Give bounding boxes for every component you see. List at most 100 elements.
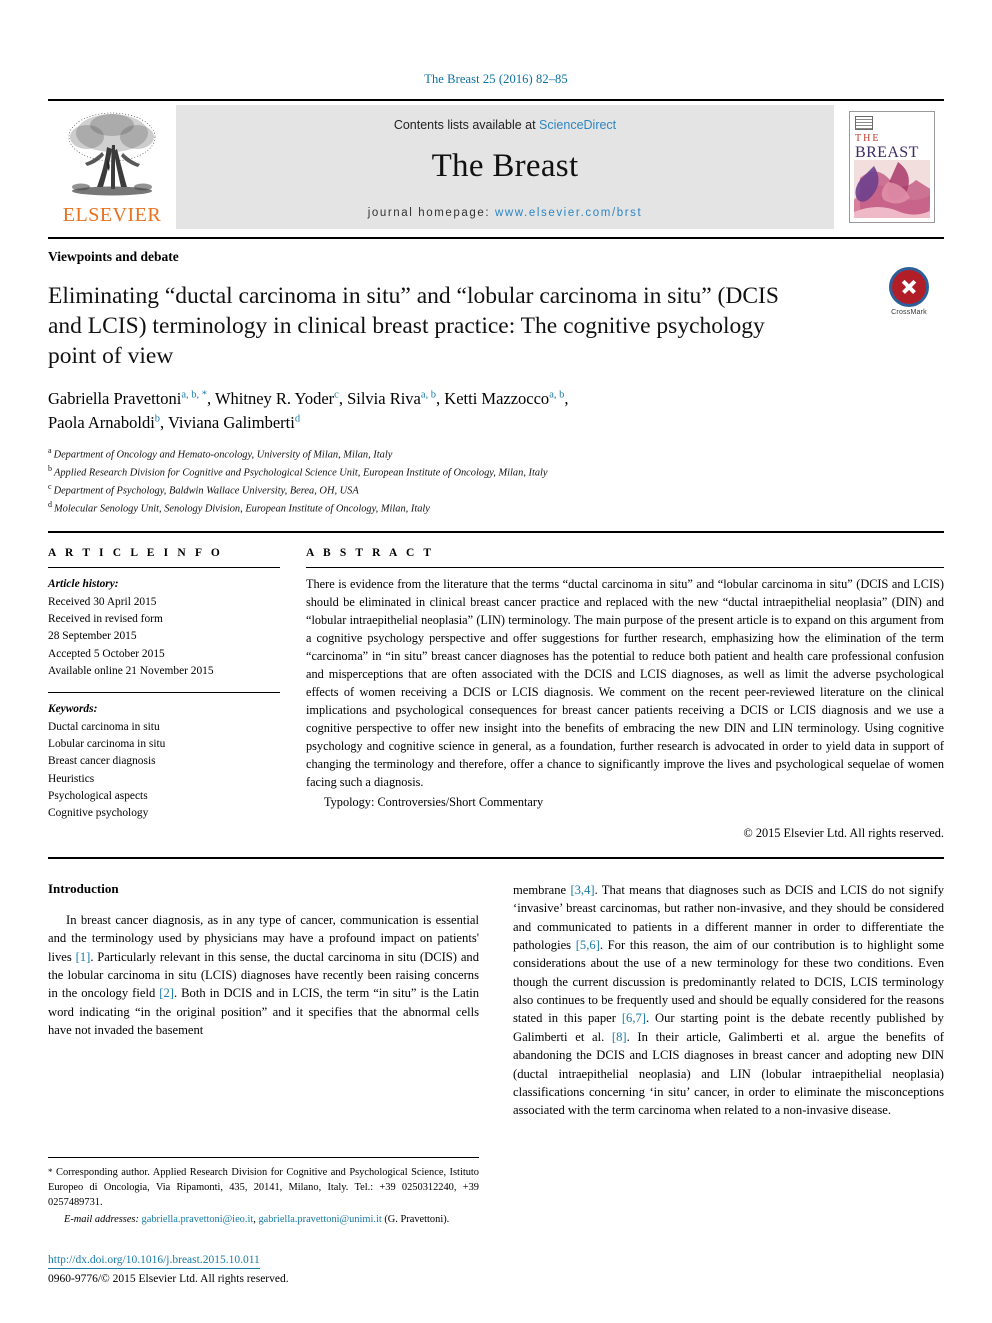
keyword-item: Lobular carcinoma in situ xyxy=(48,738,166,751)
email-owner: (G. Pravettoni). xyxy=(384,1213,450,1225)
email-link-ieo[interactable]: gabriella.pravettoni@ieo.it xyxy=(142,1214,254,1225)
author-name: , Ketti Mazzocco xyxy=(436,389,550,409)
contents-prefix: Contents lists available at xyxy=(393,117,540,132)
affiliation-item: c Department of Psychology, Baldwin Walla… xyxy=(48,481,944,499)
affiliation-mark: a xyxy=(48,446,52,456)
affiliation-text: Department of Oncology and Hemato-oncolo… xyxy=(53,449,393,461)
keyword-item: Heuristics xyxy=(48,772,95,785)
email-link-unimi[interactable]: gabriella.pravettoni@unimi.it xyxy=(258,1214,381,1225)
introduction-paragraph-left: In breast cancer diagnosis, as in any ty… xyxy=(48,911,479,1040)
author-affiliation-marks[interactable]: d xyxy=(295,414,300,425)
citation-link[interactable]: [8] xyxy=(612,1030,627,1044)
keywords-block: Keywords: Ductal carcinoma in situ Lobul… xyxy=(48,701,280,822)
journal-title: The Breast xyxy=(431,147,579,184)
article-history-block: Article history: Received 30 April 2015 … xyxy=(48,576,280,680)
introduction-paragraph-right: membrane [3,4]. That means that diagnose… xyxy=(513,881,944,1120)
citation-link[interactable]: [2] xyxy=(159,986,174,1000)
keywords-label: Keywords: xyxy=(48,703,98,716)
affiliation-mark: d xyxy=(48,500,52,510)
cover-box: THE BREAST xyxy=(849,111,935,223)
affiliation-text: Applied Research Division for Cognitive … xyxy=(54,467,548,479)
body-column-left: Introduction In breast cancer diagnosis,… xyxy=(48,881,479,1126)
body-text: membrane xyxy=(513,882,571,897)
article-info-heading: A R T I C L E I N F O xyxy=(48,547,223,560)
affiliation-item: b Applied Research Division for Cognitive… xyxy=(48,463,944,481)
keyword-item: Psychological aspects xyxy=(48,790,148,802)
homepage-link[interactable]: www.elsevier.com/brst xyxy=(495,207,642,219)
abstract-rights: © 2015 Elsevier Ltd. All rights reserved… xyxy=(743,825,944,840)
author-name: Paola Arnaboldi xyxy=(48,413,155,433)
journal-banner: Contents lists available at ScienceDirec… xyxy=(176,105,834,229)
journal-cover-thumbnail[interactable]: THE BREAST xyxy=(840,101,944,233)
author-list: Gabriella Pravettonia, b, *, Whitney R. … xyxy=(48,387,944,435)
elsevier-tree-icon xyxy=(68,112,156,196)
cover-artwork xyxy=(854,160,930,218)
affiliation-item: a Department of Oncology and Hemato-oncol… xyxy=(48,445,944,463)
article-title: Eliminating “ductal carcinoma in situ” a… xyxy=(48,283,779,370)
author-name: , Viviana Galimberti xyxy=(160,413,295,433)
article-section-kicker: Viewpoints and debate xyxy=(48,249,179,264)
running-head: The Breast 25 (2016) 82–85 xyxy=(424,72,568,86)
cover-art-svg xyxy=(854,160,930,218)
author-separator: , xyxy=(564,389,569,409)
author-affiliation-marks[interactable]: a, b xyxy=(549,390,564,401)
author-affiliation-marks[interactable]: a, b, * xyxy=(181,390,207,401)
elsevier-logo: ELSEVIER xyxy=(48,101,176,233)
article-history-item: Received 30 April 2015 xyxy=(48,595,157,608)
author-name: , Whitney R. Yoder xyxy=(207,389,335,409)
abstract-column: A B S T R A C T There is evidence from t… xyxy=(306,547,944,840)
abstract-typology: Typology: Controversies/Short Commentary xyxy=(324,794,544,809)
cover-the-text: THE xyxy=(855,133,881,144)
body-section: Introduction In breast cancer diagnosis,… xyxy=(48,856,944,1126)
doi-link[interactable]: http://dx.doi.org/10.1016/j.breast.2015.… xyxy=(48,1253,260,1269)
issn-copyright: 0960-9776/© 2015 Elsevier Ltd. All right… xyxy=(48,1273,289,1285)
elsevier-wordmark: ELSEVIER xyxy=(62,204,162,226)
article-info-rule xyxy=(48,567,280,569)
journal-header: ELSEVIER Contents lists available at Sci… xyxy=(48,99,944,233)
author-name: Gabriella Pravettoni xyxy=(48,389,182,409)
info-abstract-section: A R T I C L E I N F O Article history: R… xyxy=(48,531,944,840)
affiliation-text: Molecular Senology Unit, Senology Divisi… xyxy=(54,503,430,515)
abstract-heading: A B S T R A C T xyxy=(306,547,435,560)
affiliation-item: d Molecular Senology Unit, Senology Divis… xyxy=(48,499,944,517)
author-affiliation-marks[interactable]: a, b xyxy=(421,390,436,401)
homepage-prefix: journal homepage: xyxy=(367,206,495,219)
email-addresses-label: E-mail addresses: xyxy=(64,1213,139,1225)
affiliation-list: a Department of Oncology and Hemato-oncol… xyxy=(48,445,944,517)
article-history-item: Accepted 5 October 2015 xyxy=(48,647,165,660)
article-header: Viewpoints and debate CrossMark Eliminat… xyxy=(48,237,944,517)
article-history-label: Article history: xyxy=(48,578,119,591)
footnote-emails: E-mail addresses: gabriella.pravettoni@i… xyxy=(48,1212,479,1227)
citation-link[interactable]: [3,4] xyxy=(570,883,594,897)
sciencedirect-link[interactable]: ScienceDirect xyxy=(539,118,616,132)
article-history-item: Received in revised form xyxy=(48,613,163,626)
keyword-item: Cognitive psychology xyxy=(48,807,149,820)
affiliation-text: Department of Psychology, Baldwin Wallac… xyxy=(53,485,359,497)
affiliation-mark: c xyxy=(48,482,52,492)
citation-link[interactable]: [1] xyxy=(76,950,91,964)
author-name: , Silvia Riva xyxy=(338,389,421,409)
article-info-separator xyxy=(48,692,280,694)
introduction-heading: Introduction xyxy=(48,880,119,896)
keyword-item: Ductal carcinoma in situ xyxy=(48,720,160,733)
cover-breast-text: BREAST xyxy=(855,144,919,161)
crossmark-icon xyxy=(889,267,929,307)
citation-link[interactable]: [5,6] xyxy=(576,938,600,952)
cover-stamp-icon xyxy=(855,116,873,130)
abstract-text: There is evidence from the literature th… xyxy=(306,577,944,789)
abstract-rule xyxy=(306,567,944,569)
footnote-address-text: Corresponding author. Applied Research D… xyxy=(48,1166,479,1208)
footnote-address: * Corresponding author. Applied Research… xyxy=(48,1165,479,1210)
affiliation-mark: b xyxy=(48,464,52,474)
citation-link[interactable]: [6,7] xyxy=(622,1011,646,1025)
article-history-item: Available online 21 November 2015 xyxy=(48,665,214,678)
body-column-right: membrane [3,4]. That means that diagnose… xyxy=(513,881,944,1126)
article-info-column: A R T I C L E I N F O Article history: R… xyxy=(48,547,280,840)
journal-homepage-line: journal homepage: www.elsevier.com/brst xyxy=(368,207,643,219)
contents-line: Contents lists available at ScienceDirec… xyxy=(394,118,616,132)
article-history-item: 28 September 2015 xyxy=(48,630,137,643)
page-footer: http://dx.doi.org/10.1016/j.breast.2015.… xyxy=(48,1250,548,1285)
corresponding-author-footnote: * Corresponding author. Applied Research… xyxy=(48,1156,479,1227)
article-page: The Breast 25 (2016) 82–85 ELSEVIER Cont… xyxy=(0,0,992,1323)
crossmark-badge-group[interactable]: CrossMark xyxy=(878,267,940,316)
